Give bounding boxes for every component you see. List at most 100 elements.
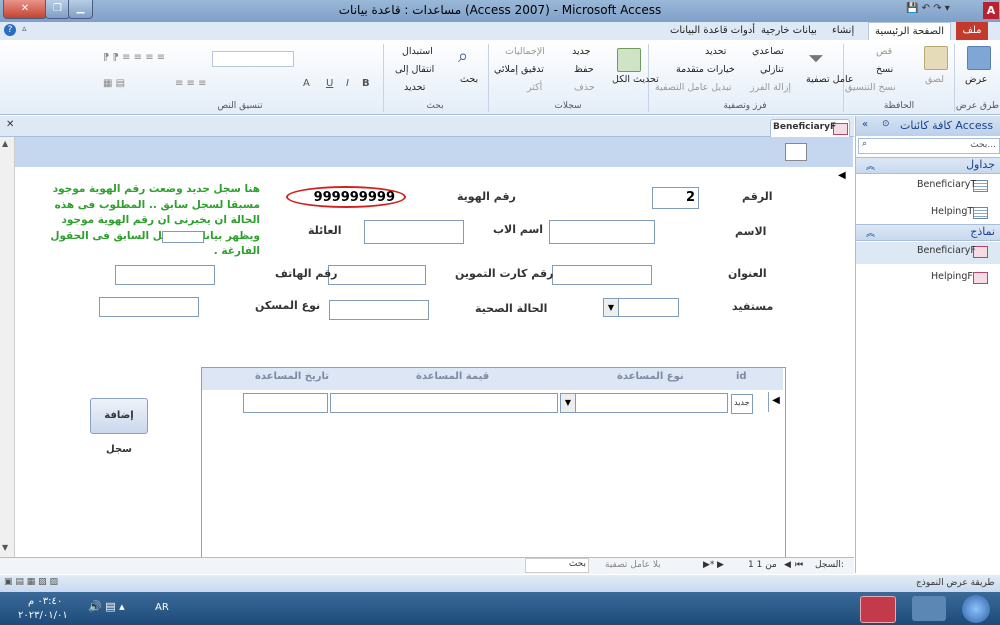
name-field[interactable] xyxy=(549,220,655,244)
spelling-button[interactable]: تدقيق إملائي xyxy=(494,64,544,75)
paste-button[interactable]: لصق xyxy=(925,74,944,85)
selection-button[interactable]: تحديد xyxy=(705,46,726,57)
delete-record-button[interactable]: حذف xyxy=(574,82,595,93)
totals-button[interactable]: الإجماليات xyxy=(505,46,545,57)
paste-icon[interactable] xyxy=(924,46,948,70)
find-button[interactable]: بحث xyxy=(460,74,478,85)
subform-value-field[interactable] xyxy=(330,393,558,413)
nav-menu-chevron-icon[interactable]: ⊙ xyxy=(882,119,890,129)
next-record-icon[interactable]: ▶ xyxy=(717,560,724,570)
tray-icons[interactable]: 🔊 ▤ ▴ xyxy=(88,600,125,613)
bold-button[interactable]: B xyxy=(362,78,370,89)
gridlines-button-row[interactable]: ▦ ▤ xyxy=(103,78,125,89)
refresh-icon[interactable] xyxy=(617,48,641,72)
close-button[interactable]: ✕ xyxy=(3,0,47,19)
filter-status[interactable]: بلا عامل تصفية xyxy=(605,560,661,570)
subform-type-combo[interactable]: ▼ xyxy=(560,393,728,413)
taskbar-access-icon[interactable] xyxy=(860,596,896,623)
font-size-dropdown[interactable] xyxy=(212,51,294,67)
customize-qat-icon[interactable]: ▾ xyxy=(945,3,950,14)
scroll-down-icon[interactable]: ▼ xyxy=(2,543,8,552)
housing-field[interactable] xyxy=(99,297,199,317)
redo-icon[interactable]: ↷ xyxy=(933,3,941,14)
view-switcher-icons[interactable]: ▣ ▤ ▦ ▧ ▨ xyxy=(4,577,58,587)
view-icon[interactable] xyxy=(967,46,991,70)
start-button-icon[interactable] xyxy=(962,595,990,623)
advanced-filter-button[interactable]: خيارات متقدمة xyxy=(676,64,735,75)
replace-button[interactable]: استبدال xyxy=(402,46,433,57)
number-field[interactable]: 2 xyxy=(652,187,699,209)
binoculars-icon[interactable]: ⌕ xyxy=(458,46,468,67)
nav-search-box[interactable]: ⌕ بحث... xyxy=(858,138,1000,154)
nav-collapse-icon[interactable]: « xyxy=(862,119,868,130)
goto-button[interactable]: انتقال إلى xyxy=(395,64,434,75)
nav-item-beneficiaryt[interactable]: BeneficiaryT xyxy=(856,176,1000,198)
id-number-field[interactable]: 999999999 xyxy=(296,188,398,208)
undo-icon[interactable]: ↶ xyxy=(922,3,930,14)
nav-item-helpingf[interactable]: HelpingF xyxy=(856,268,1000,290)
filter-button[interactable]: عامل تصفية xyxy=(806,74,854,85)
new-record-icon[interactable]: ▶* xyxy=(703,560,714,570)
remove-sort-button[interactable]: إزالة الفرز xyxy=(750,82,791,93)
subform-date-field[interactable] xyxy=(243,393,328,413)
previous-record-icon[interactable]: ◀ xyxy=(784,560,791,570)
first-record-icon[interactable]: ⏮ xyxy=(795,560,803,570)
help-icon[interactable]: ? xyxy=(4,24,16,36)
scroll-up-icon[interactable]: ▲ xyxy=(2,139,8,148)
refresh-all-button[interactable]: تحديث الكل xyxy=(612,74,659,85)
ration-card-field[interactable] xyxy=(328,265,426,285)
nav-pane-header[interactable]: « ⊙ كافة كائنات Access xyxy=(856,116,1000,136)
record-selector-icon[interactable]: ◀ xyxy=(838,170,846,181)
sort-descending-button[interactable]: تنازلي xyxy=(760,64,784,75)
restore-button[interactable]: ❐ xyxy=(45,0,70,19)
keyboard-language[interactable]: AR xyxy=(155,602,169,613)
new-record-button[interactable]: جديد xyxy=(572,46,591,57)
underline-button[interactable]: U xyxy=(326,78,333,89)
vertical-scrollbar[interactable]: ▲ ▼ xyxy=(0,137,15,557)
sort-ascending-button[interactable]: تصاعدي xyxy=(752,46,784,57)
select-button[interactable]: تحديد xyxy=(404,82,425,93)
tab-home[interactable]: الصفحة الرئيسية xyxy=(868,22,951,41)
father-name-field[interactable] xyxy=(364,220,464,244)
phone-field[interactable] xyxy=(115,265,215,285)
tab-file[interactable]: ملف xyxy=(956,22,988,40)
close-document-icon[interactable]: ✕ xyxy=(6,119,14,130)
nav-item-beneficiaryf[interactable]: BeneficiaryF xyxy=(856,242,1000,264)
font-color-button[interactable]: A xyxy=(303,78,310,89)
minimize-ribbon-icon[interactable]: ▵ xyxy=(22,24,27,34)
tab-create[interactable]: إنشاء xyxy=(826,22,860,40)
cut-button[interactable]: قص xyxy=(876,46,892,57)
collapse-section-icon[interactable]: ︽ xyxy=(866,226,875,239)
alignment-buttons-row[interactable]: ≡ ≡ ≡ xyxy=(175,78,207,89)
filter-icon[interactable]: ⏷ xyxy=(808,46,824,70)
italic-button[interactable]: I xyxy=(346,78,349,89)
record-search-input[interactable]: بحث xyxy=(525,558,589,573)
save-record-button[interactable]: حفظ xyxy=(574,64,594,75)
nav-item-helpingt[interactable]: HelpingT xyxy=(856,203,1000,225)
document-tab-beneficiaryf[interactable]: BeneficiaryF xyxy=(770,119,850,137)
nav-section-forms[interactable]: ︽ نماذج xyxy=(856,224,1000,241)
add-record-button[interactable]: إضافة سجل xyxy=(90,398,148,455)
view-button[interactable]: عرض xyxy=(965,74,987,85)
nav-section-tables[interactable]: ︽ جداول xyxy=(856,157,1000,174)
quick-access-toolbar[interactable]: 💾 ↶ ↷ ▾ xyxy=(906,3,978,19)
more-button[interactable]: أكثر xyxy=(527,82,542,93)
address-field[interactable] xyxy=(552,265,652,285)
record-position[interactable]: 1 من 1 xyxy=(748,560,777,570)
copy-button[interactable]: نسخ xyxy=(876,64,893,75)
tab-database-tools[interactable]: أدوات قاعدة البيانات xyxy=(664,22,761,40)
subform-id-field[interactable]: جديد xyxy=(731,394,753,414)
save-icon[interactable]: 💾 xyxy=(906,3,918,14)
paragraph-buttons-row[interactable]: ⁋ ⁋ ≡ ≡ ≡ ≡ xyxy=(103,52,165,63)
minimize-button[interactable]: ▁ xyxy=(68,0,93,19)
chevron-down-icon[interactable]: ▼ xyxy=(561,394,576,412)
family-field[interactable] xyxy=(162,231,204,243)
collapse-section-icon[interactable]: ︽ xyxy=(866,159,875,172)
access-app-icon[interactable]: A xyxy=(983,2,999,19)
toggle-filter-button[interactable]: تبديل عامل التصفية xyxy=(655,82,732,93)
tab-external-data[interactable]: بيانات خارجية xyxy=(755,22,823,40)
beneficiary-combo[interactable]: ▼ xyxy=(603,298,679,317)
chevron-down-icon[interactable]: ▼ xyxy=(604,299,619,316)
subform-record-selector-icon[interactable]: ◀ xyxy=(768,392,783,412)
taskbar-ie-icon[interactable] xyxy=(912,596,946,621)
